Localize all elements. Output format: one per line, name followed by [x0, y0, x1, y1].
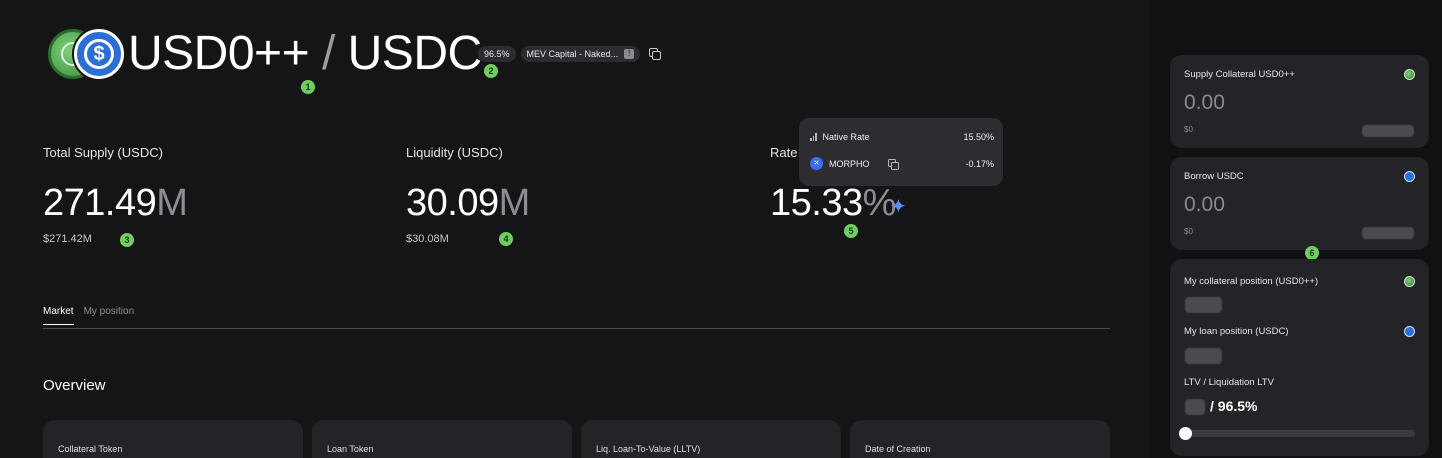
annotation-marker: 3: [120, 233, 134, 247]
rate-breakdown-tooltip: Native Rate 15.50% ✕ MORPHO -0.17%: [799, 118, 1003, 186]
page-title: USD0++ / USDC: [128, 26, 482, 82]
position-card: My collateral position (USD0++) My loan …: [1170, 259, 1429, 456]
signal-bars-icon: [810, 133, 817, 141]
usdc-token-icon: [1404, 326, 1415, 337]
card-label: Liq. Loan-To-Value (LLTV): [596, 444, 701, 454]
warning-icon: !: [624, 49, 635, 59]
total-supply-value: 271.49M: [43, 182, 188, 225]
native-rate-label: Native Rate: [822, 132, 870, 142]
reward-rate-value: -0.17%: [965, 158, 994, 169]
annotation-marker: 4: [499, 232, 513, 246]
borrow-card[interactable]: Borrow USDC 0.00 $0: [1170, 157, 1429, 250]
total-supply-unit: M: [156, 182, 188, 224]
liquidation-ltv-value: / 96.5%: [1210, 398, 1258, 414]
ltv-title: LTV / Liquidation LTV: [1184, 377, 1274, 388]
supply-usd-value: $0: [1184, 125, 1193, 134]
native-rate-row: Native Rate 15.50%: [810, 132, 994, 142]
liquidity-unit: M: [498, 182, 531, 224]
balance-placeholder: [1362, 227, 1414, 239]
vault-badge[interactable]: MEV Capital - Naked... !: [520, 46, 641, 62]
token-pair-logos: $: [48, 29, 124, 79]
lltv-badge: 96.5%: [478, 46, 516, 62]
total-supply-usd: $271.42M: [43, 233, 92, 245]
liquidity-number: 30.09: [406, 182, 499, 224]
tab-market[interactable]: Market: [43, 306, 74, 325]
total-supply-label: Total Supply (USDC): [43, 145, 163, 160]
morpho-icon: ✕: [810, 157, 823, 170]
card-label: Loan Token: [327, 444, 374, 454]
collateral-token-card: Collateral Token: [43, 420, 303, 458]
native-rate-value: 15.50%: [963, 132, 994, 142]
market-tabs: Market My position: [43, 306, 134, 325]
tabs-divider: [43, 328, 1110, 329]
supply-amount-input[interactable]: 0.00: [1184, 91, 1225, 115]
lltv-badge-text: 96.5%: [484, 49, 510, 59]
action-sidebar: Supply Collateral USD0++ 0.00 $0 Borrow …: [1150, 0, 1442, 458]
balance-placeholder: [1362, 125, 1414, 137]
total-supply-number: 271.49: [43, 182, 157, 224]
reward-rate-row: ✕ MORPHO -0.17%: [810, 157, 994, 170]
rate-label: Rate: [770, 145, 798, 160]
borrow-amount-input[interactable]: 0.00: [1184, 193, 1225, 217]
annotation-marker: 5: [844, 224, 858, 238]
card-label: Collateral Token: [58, 444, 123, 454]
copy-icon[interactable]: [649, 48, 662, 60]
loan-symbol: USDC: [347, 27, 483, 80]
liquidity-usd: $30.08M: [406, 233, 449, 245]
usdc-token-icon: $: [74, 29, 124, 79]
ltv-slider-knob[interactable]: [1179, 427, 1192, 440]
loan-position-title: My loan position (USDC): [1184, 326, 1289, 337]
annotation-marker: 1: [301, 80, 315, 94]
liquidity-label: Liquidity (USDC): [406, 145, 503, 160]
vault-badge-text: MEV Capital - Naked...: [526, 49, 619, 59]
usd0-token-icon: [1404, 276, 1415, 287]
card-label: Date of Creation: [865, 444, 931, 454]
sparkle-icon: ✦: [890, 196, 907, 218]
borrow-usd-value: $0: [1184, 227, 1193, 236]
supply-collateral-title: Supply Collateral USD0++: [1184, 69, 1295, 80]
loan-token-card: Loan Token: [312, 420, 572, 458]
loan-position-placeholder: [1185, 348, 1222, 364]
collateral-symbol: USD0++: [128, 27, 310, 80]
rate-value[interactable]: 15.33%: [770, 182, 896, 225]
market-main: $ USD0++ / USDC 96.5% MEV Capital - Nake…: [0, 0, 1150, 458]
reward-rate-label: MORPHO: [829, 158, 870, 169]
collateral-position-title: My collateral position (USD0++): [1184, 276, 1319, 287]
rate-number: 15.33: [770, 182, 863, 224]
usd0-token-icon: [1404, 69, 1415, 80]
overview-title: Overview: [43, 377, 106, 394]
ltv-slider-track[interactable]: [1185, 430, 1415, 437]
lltv-card: Liq. Loan-To-Value (LLTV): [581, 420, 841, 458]
tab-my-position[interactable]: My position: [84, 306, 135, 325]
annotation-marker: 6: [1305, 246, 1319, 260]
supply-collateral-card[interactable]: Supply Collateral USD0++ 0.00 $0: [1170, 55, 1429, 148]
pair-separator: /: [321, 27, 335, 80]
collateral-position-placeholder: [1185, 297, 1222, 313]
copy-icon[interactable]: [887, 158, 899, 170]
creation-date-card: Date of Creation: [850, 420, 1110, 458]
borrow-title: Borrow USDC: [1184, 171, 1244, 182]
annotation-marker: 2: [484, 64, 498, 78]
ltv-placeholder: [1185, 399, 1205, 415]
market-badges: 96.5% MEV Capital - Naked... !: [478, 46, 662, 62]
usdc-token-icon: [1404, 171, 1415, 182]
liquidity-value: 30.09M: [406, 182, 530, 225]
